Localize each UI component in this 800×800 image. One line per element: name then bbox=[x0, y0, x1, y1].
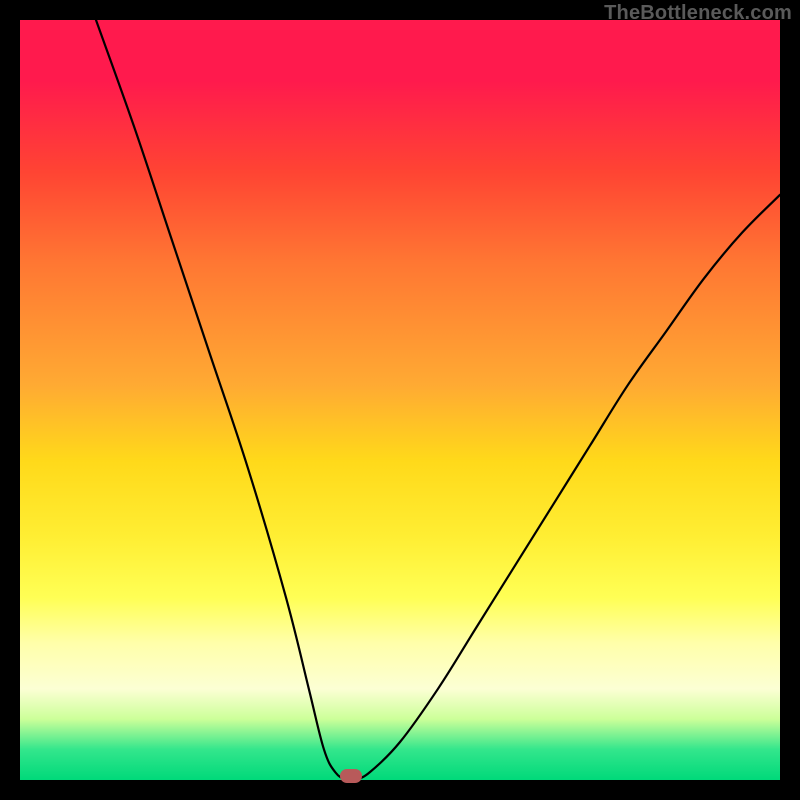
plot-area bbox=[20, 20, 780, 780]
optimum-marker bbox=[340, 769, 362, 783]
chart-frame: TheBottleneck.com bbox=[0, 0, 800, 800]
line-series bbox=[20, 20, 780, 780]
bottleneck-curve-path bbox=[96, 20, 780, 780]
